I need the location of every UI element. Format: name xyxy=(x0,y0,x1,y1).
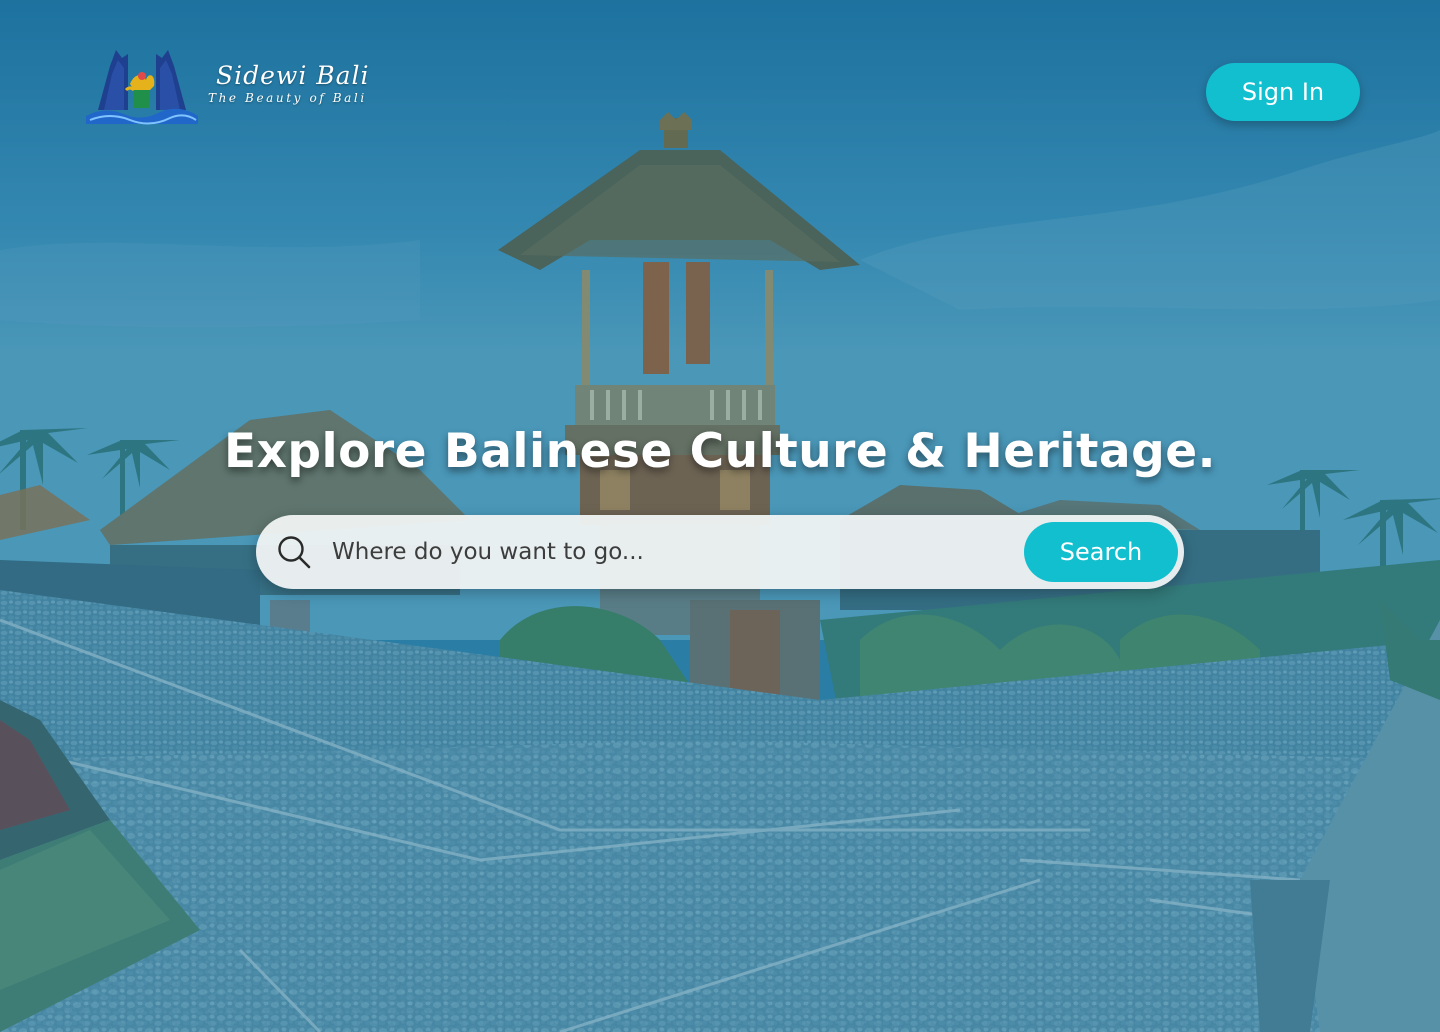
search-button[interactable]: Search xyxy=(1024,522,1178,582)
hero-title: Explore Balinese Culture & Heritage. xyxy=(223,424,1216,479)
search-bar: Search xyxy=(256,515,1184,589)
brand-name: Sidewi Bali xyxy=(216,61,370,90)
brand-logo[interactable]: Sidewi Bali The Beauty of Bali xyxy=(84,44,384,128)
split-gate-logo-icon xyxy=(86,50,198,125)
landing-page: Sidewi Bali The Beauty of Bali Sign In E… xyxy=(0,0,1440,1032)
search-icon[interactable] xyxy=(276,534,312,570)
brand-wordmark: Sidewi Bali The Beauty of Bali xyxy=(208,62,384,106)
search-input[interactable] xyxy=(332,527,1012,577)
brand-tagline: The Beauty of Bali xyxy=(208,91,367,105)
sign-in-button[interactable]: Sign In xyxy=(1206,63,1360,121)
